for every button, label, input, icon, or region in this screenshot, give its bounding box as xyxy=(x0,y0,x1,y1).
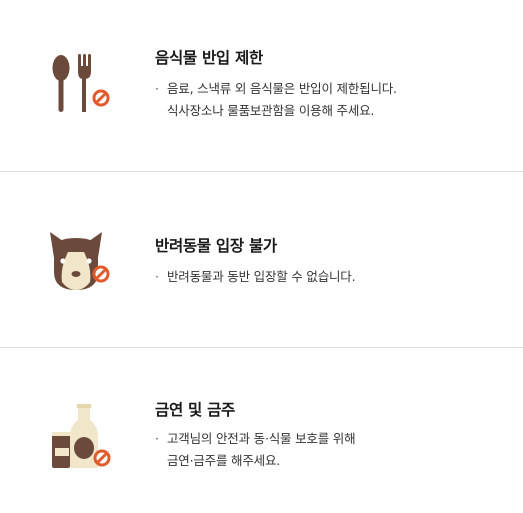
rule-description-text: 식사장소나 물품보관함을 이용해 주세요. xyxy=(167,103,375,118)
rule-pets: 반려동물 입장 불가 · 반려동물과 동반 입장할 수 없습니다. xyxy=(0,172,523,348)
rule-description-text: 음료, 스낵류 외 음식물은 반입이 제한됩니다. xyxy=(167,81,397,96)
bullet: · xyxy=(155,431,159,446)
rule-description-line: 식사장소나 물품보관함을 이용해 주세요. xyxy=(155,100,397,122)
rule-description: · 고객님의 안전과 동·식물 보호를 위해 금연·금주를 해주세요. xyxy=(155,428,356,472)
pet-prohibited-icon xyxy=(46,228,116,298)
rule-smoking-alcohol: 금연 및 금주 · 고객님의 안전과 동·식물 보호를 위해 금연·금주를 해주… xyxy=(0,348,523,513)
rule-description-text: 고객님의 안전과 동·식물 보호를 위해 xyxy=(167,431,356,446)
rules-list: 음식물 반입 제한 · 음료, 스낵류 외 음식물은 반입이 제한됩니다. 식사… xyxy=(0,0,523,513)
rule-description-text: 금연·금주를 해주세요. xyxy=(167,453,281,468)
smoking-alcohol-prohibited-icon xyxy=(46,402,116,472)
food-prohibited-icon xyxy=(46,48,116,118)
rule-title: 반려동물 입장 불가 xyxy=(155,237,277,255)
bullet: · xyxy=(155,81,159,96)
rule-description-line: · 고객님의 안전과 동·식물 보호를 위해 xyxy=(155,428,356,450)
rule-title: 음식물 반입 제한 xyxy=(155,49,263,67)
rule-description: · 음료, 스낵류 외 음식물은 반입이 제한됩니다. 식사장소나 물품보관함을… xyxy=(155,78,397,122)
rule-description-text: 반려동물과 동반 입장할 수 없습니다. xyxy=(167,269,356,284)
rule-description-line: · 반려동물과 동반 입장할 수 없습니다. xyxy=(155,266,356,288)
rule-description-line: 금연·금주를 해주세요. xyxy=(155,450,355,472)
rule-description: · 반려동물과 동반 입장할 수 없습니다. xyxy=(155,266,356,288)
bullet: · xyxy=(155,269,159,284)
rule-description-line: · 음료, 스낵류 외 음식물은 반입이 제한됩니다. xyxy=(155,78,397,100)
rule-title: 금연 및 금주 xyxy=(155,401,235,419)
rule-food: 음식물 반입 제한 · 음료, 스낵류 외 음식물은 반입이 제한됩니다. 식사… xyxy=(0,0,523,172)
